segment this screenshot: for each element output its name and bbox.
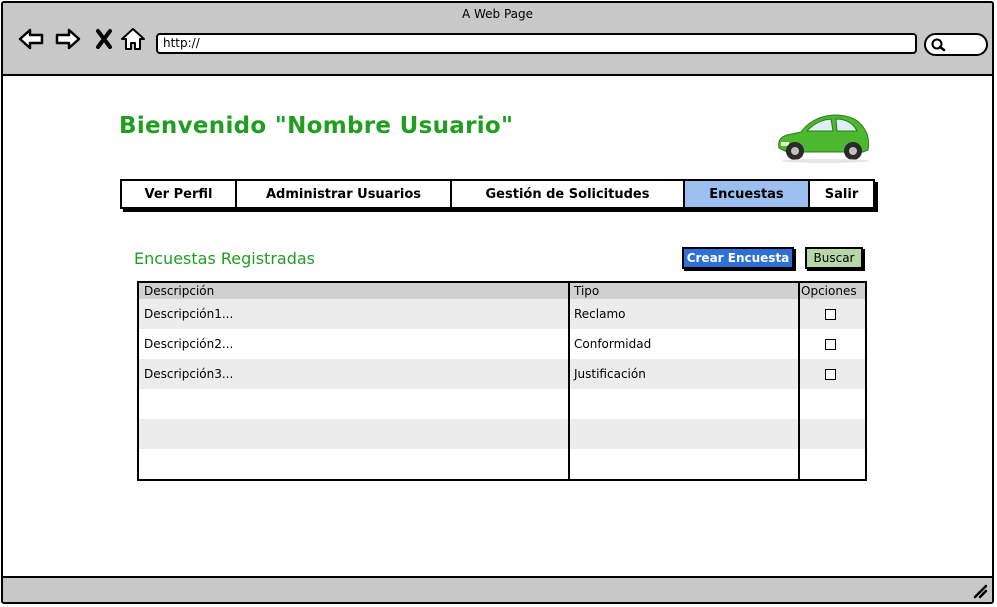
header-opciones[interactable]: Opciones [799,283,865,299]
table-header: Descripción Tipo Opciones [139,283,865,299]
browser-search-field[interactable] [924,33,988,56]
car-icon [778,114,870,163]
row-checkbox[interactable] [825,308,836,320]
surveys-table: Descripción Tipo Opciones Descripción1..… [137,281,867,481]
menu-item-salir[interactable]: Salir [810,181,873,207]
table-row[interactable]: Descripción3... Justificación [139,359,865,389]
search-button[interactable]: Buscar [805,247,863,269]
column-divider[interactable] [568,283,570,479]
close-x-icon[interactable] [91,25,119,53]
cell-opciones [825,299,845,329]
menu-item-encuestas[interactable]: Encuestas [685,181,810,207]
cell-descripcion: Descripción2... [144,337,234,351]
menu-item-administrar-usuarios[interactable]: Administrar Usuarios [237,181,452,207]
menu-item-gestion-solicitudes[interactable]: Gestión de Solicitudes [452,181,685,207]
table-row[interactable]: Descripción2... Conformidad [139,329,865,359]
search-icon [931,38,946,52]
cell-tipo: Justificación [574,367,646,381]
page-content: Bienvenido "Nombre Usuario" Ver Perfil A… [3,76,992,576]
back-arrow-icon[interactable] [17,25,45,53]
window-title: A Web Page [461,7,534,21]
table-row-empty [139,419,865,449]
table-row[interactable]: Descripción1... Reclamo [139,299,865,329]
home-icon[interactable] [119,25,147,53]
menu-item-ver-perfil[interactable]: Ver Perfil [122,181,237,207]
welcome-heading: Bienvenido "Nombre Usuario" [119,113,514,139]
forward-arrow-icon[interactable] [54,25,82,53]
row-checkbox[interactable] [825,338,836,350]
browser-titlebar: A Web Page http:// [3,3,992,76]
browser-statusbar [3,576,992,602]
cell-tipo: Conformidad [574,337,652,351]
cell-descripcion: Descripción3... [144,367,234,381]
cell-opciones [825,359,845,389]
table-row-empty [139,389,865,419]
row-checkbox[interactable] [825,368,836,380]
resize-grip-icon[interactable] [972,583,988,599]
column-divider[interactable] [798,283,800,479]
cell-opciones [825,329,845,359]
section-title: Encuestas Registradas [134,249,315,268]
url-input[interactable]: http:// [156,33,917,54]
table-row-empty [139,449,865,479]
header-descripcion[interactable]: Descripción [139,283,569,299]
create-survey-button[interactable]: Crear Encuesta [682,247,794,269]
cell-descripcion: Descripción1... [144,307,234,321]
main-menu: Ver Perfil Administrar Usuarios Gestión … [120,179,875,209]
cell-tipo: Reclamo [574,307,626,321]
browser-window: A Web Page http:// Bienvenido "Nombre Us… [1,1,994,604]
header-tipo[interactable]: Tipo [569,283,799,299]
